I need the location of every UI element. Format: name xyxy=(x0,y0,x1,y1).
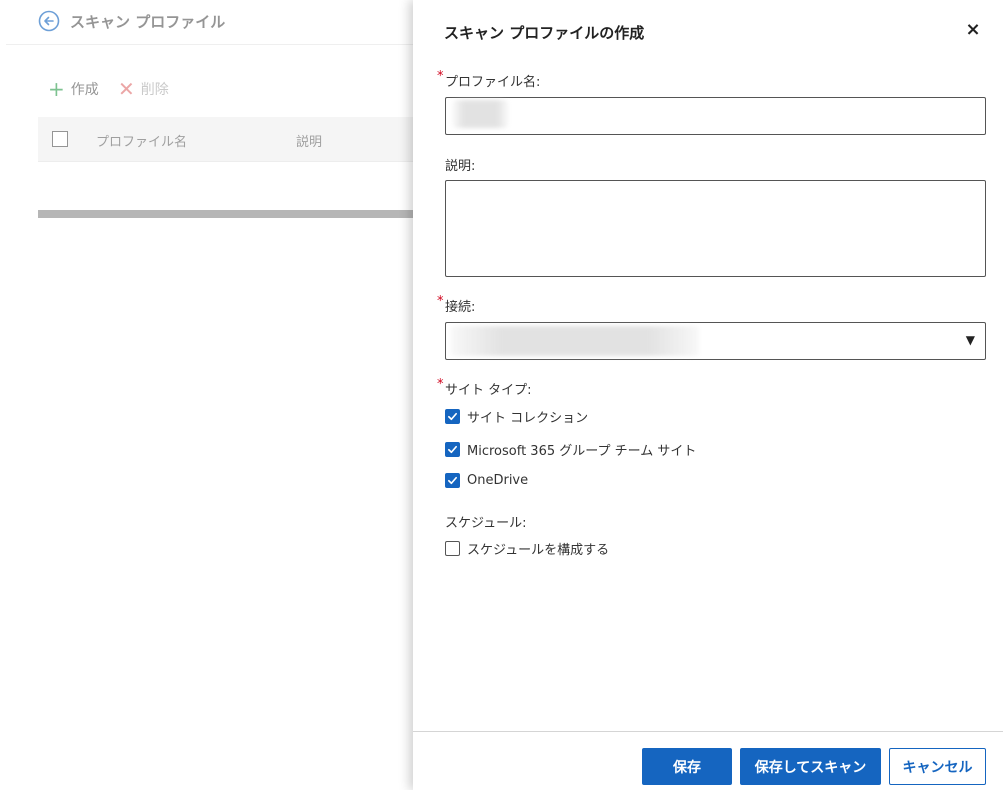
plus-icon: + xyxy=(48,77,65,101)
connection-label: 接続: xyxy=(445,300,476,315)
redacted-value xyxy=(451,326,699,356)
delete-button-label: 削除 xyxy=(140,82,169,98)
onedrive-label: OneDrive xyxy=(467,473,529,488)
redacted-value xyxy=(453,100,508,128)
create-button-label: 作成 xyxy=(70,82,99,98)
site-type-label: サイト タイプ: xyxy=(445,383,532,398)
dropdown-arrow-icon: ▼ xyxy=(965,333,975,347)
required-marker: * xyxy=(437,377,444,392)
column-header-description[interactable]: 説明 xyxy=(296,131,322,150)
page-header: スキャン プロファイル xyxy=(6,0,426,45)
close-icon[interactable]: × xyxy=(963,18,983,42)
checkbox-unchecked-icon xyxy=(445,541,460,556)
profile-name-input[interactable] xyxy=(445,97,986,135)
delete-button[interactable]: ✕ 削除 xyxy=(118,79,169,99)
save-and-scan-button[interactable]: 保存してスキャン xyxy=(740,748,881,785)
description-textarea[interactable] xyxy=(445,180,986,277)
select-all-checkbox[interactable] xyxy=(52,131,68,147)
panel-footer: 保存 保存してスキャン キャンセル xyxy=(413,731,1003,790)
checkbox-checked-icon xyxy=(445,473,460,488)
cancel-button[interactable]: キャンセル xyxy=(889,748,986,785)
description-label: 説明: xyxy=(445,159,476,174)
x-icon: ✕ xyxy=(118,77,135,101)
checkbox-checked-icon xyxy=(445,442,460,457)
configure-schedule-label: スケジュールを構成する xyxy=(467,543,610,558)
create-button[interactable]: + 作成 xyxy=(48,79,99,99)
schedule-label: スケジュール: xyxy=(445,516,527,531)
site-collection-checkbox[interactable]: サイト コレクション xyxy=(445,407,588,426)
page-title: スキャン プロファイル xyxy=(70,13,226,31)
site-collection-label: サイト コレクション xyxy=(467,411,589,426)
m365-group-team-site-checkbox[interactable]: Microsoft 365 グループ チーム サイト xyxy=(445,440,696,459)
m365-group-team-site-label: Microsoft 365 グループ チーム サイト xyxy=(467,444,697,459)
required-marker: * xyxy=(437,69,444,84)
panel-title: スキャン プロファイルの作成 xyxy=(444,24,645,42)
save-button[interactable]: 保存 xyxy=(642,748,732,785)
horizontal-scrollbar[interactable] xyxy=(38,210,418,218)
profile-name-label: プロファイル名: xyxy=(445,75,541,90)
checkbox-checked-icon xyxy=(445,409,460,424)
configure-schedule-checkbox[interactable]: スケジュールを構成する xyxy=(445,539,609,558)
column-header-profile-name[interactable]: プロファイル名 xyxy=(96,131,187,150)
required-marker: * xyxy=(437,294,444,309)
create-scan-profile-panel: スキャン プロファイルの作成 × * プロファイル名: 説明: * 接続: ▼ … xyxy=(413,0,1003,790)
table-header: プロファイル名 説明 xyxy=(38,117,418,162)
back-arrow-icon[interactable] xyxy=(38,10,60,32)
onedrive-checkbox[interactable]: OneDrive xyxy=(445,473,528,488)
